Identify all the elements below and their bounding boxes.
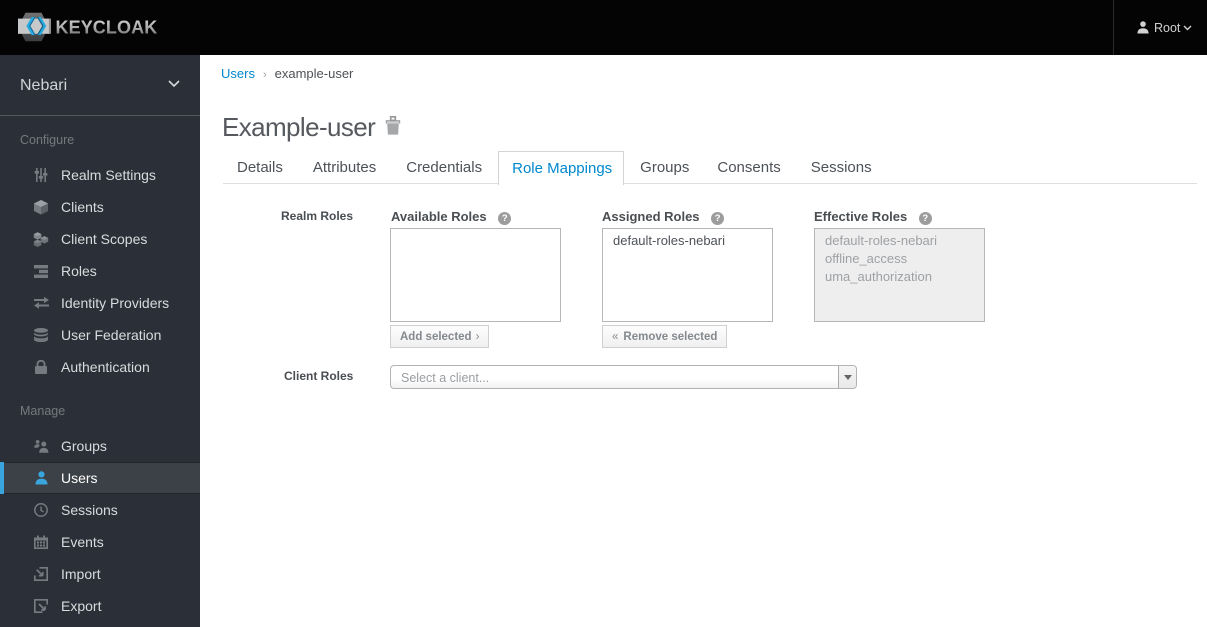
svg-text:KEYCLOAK: KEYCLOAK	[56, 17, 158, 37]
